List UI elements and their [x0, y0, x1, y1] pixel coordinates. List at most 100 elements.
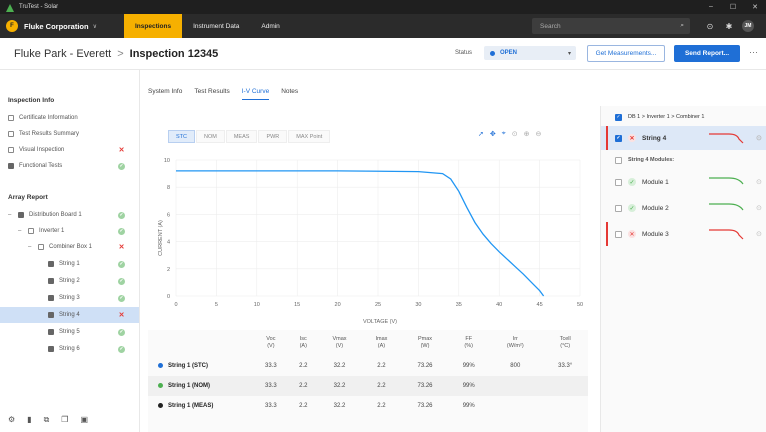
tab-notes[interactable]: Notes — [281, 88, 298, 100]
path-checkbox[interactable]: ✓ — [615, 113, 622, 121]
modules-heading-row: String 4 Modules: — [601, 154, 766, 166]
sidebar-item-label: Test Results Summary — [19, 131, 80, 137]
chevron-down-icon: ∨ — [92, 23, 97, 30]
gear-icon[interactable]: ⚙ — [8, 415, 15, 425]
y-tick-label: 0 — [167, 294, 170, 300]
mode-max-point-button[interactable]: MAX Point — [288, 130, 331, 143]
tab-inspections[interactable]: Inspections — [124, 14, 183, 38]
module-checkbox[interactable] — [615, 204, 622, 212]
tree-item-combiner-box[interactable]: – Combiner Box 1 ✕ — [0, 239, 139, 255]
module-checkbox[interactable] — [615, 178, 622, 186]
sidebar: Inspection Info Certificate Information … — [0, 70, 140, 432]
copy-icon[interactable]: ⧉ — [44, 415, 50, 425]
sidebar-item-certificate[interactable]: Certificate Information — [0, 110, 139, 126]
collapse-icon[interactable]: – — [28, 244, 34, 250]
status-dropdown[interactable]: OPEN ▾ — [484, 46, 576, 60]
send-report-button[interactable]: Send Report... — [674, 45, 740, 62]
tab-admin[interactable]: Admin — [250, 14, 290, 38]
row-name: String 1 (NOM) — [148, 376, 252, 396]
sidebar-item-test-results-summary[interactable]: Test Results Summary — [0, 126, 139, 142]
table-cell: 73.26 — [417, 403, 433, 409]
help-icon[interactable]: ⊙ — [704, 18, 716, 34]
pan-icon[interactable]: ✥ — [490, 130, 496, 138]
trash-icon[interactable]: ▮ — [27, 415, 31, 425]
drag-handle-icon[interactable]: ⊙ — [756, 178, 762, 186]
table-row[interactable]: String 1 (MEAS) 33.3 2.2 32.2 2.2 73.26 … — [148, 396, 588, 416]
get-measurements-button[interactable]: Get Measurements... — [587, 45, 665, 62]
search-input[interactable]: Search ⌕ — [532, 18, 690, 34]
table-row[interactable]: String 1 (NOM) 33.3 2.2 32.2 2.2 73.26 9… — [148, 376, 588, 396]
mode-pwr-button[interactable]: PWR — [258, 130, 288, 143]
hierarchy-path-row[interactable]: ✓ DB 1 > Inverter 1 > Combiner 1 — [601, 110, 766, 124]
col-isc: Isc (A) — [299, 336, 307, 349]
mode-nom-button[interactable]: NOM — [196, 130, 225, 143]
x-axis-label: VOLTAGE (V) — [363, 319, 397, 325]
module-row-2[interactable]: ✓ Module 2 ⊙ — [601, 196, 766, 220]
modules-checkbox[interactable] — [615, 156, 622, 164]
breadcrumb-parent[interactable]: Fluke Park - Everett — [14, 48, 111, 60]
maximize-button[interactable]: ☐ — [722, 3, 744, 11]
tree-item-inverter[interactable]: – Inverter 1 ✓ — [0, 223, 139, 239]
hierarchy-path: DB 1 > Inverter 1 > Combiner 1 — [628, 114, 705, 120]
duplicate-icon[interactable]: ❐ — [61, 415, 68, 425]
drag-handle-icon[interactable]: ⊙ — [756, 230, 762, 238]
drag-handle-icon[interactable]: ⊙ — [756, 204, 762, 212]
page-header: Fluke Park - Everett > Inspection 12345 … — [0, 38, 766, 70]
zoom-fit-icon[interactable]: ⊙ — [512, 130, 518, 138]
tree-item-string-1[interactable]: String 1 ✓ — [0, 256, 139, 272]
tab-system-info[interactable]: System Info — [148, 88, 182, 100]
tab-instrument-data[interactable]: Instrument Data — [182, 14, 250, 38]
x-tick-label: 45 — [537, 302, 543, 308]
close-button[interactable]: ✕ — [744, 3, 766, 11]
string-checkbox[interactable]: ✓ — [615, 134, 622, 142]
mode-stc-button[interactable]: STC — [168, 130, 195, 143]
table-cell: 99% — [462, 363, 475, 369]
module-row-1[interactable]: ✓ Module 1 ⊙ — [601, 170, 766, 194]
minimize-button[interactable]: – — [700, 3, 722, 11]
row-name: String 1 (MEAS) — [148, 396, 252, 416]
string-detail-panel: ✓ DB 1 > Inverter 1 > Combiner 1 ✓ ✕ Str… — [600, 106, 766, 432]
module-checkbox[interactable] — [615, 230, 622, 238]
collapse-icon[interactable]: – — [8, 212, 14, 218]
tab-iv-curve[interactable]: I-V Curve — [241, 88, 270, 100]
more-menu-button[interactable]: ··· — [749, 47, 758, 57]
tree-item-string-4[interactable]: String 4 ✕ — [0, 307, 139, 323]
table-cell: 32.2 — [333, 403, 346, 409]
chart-grid — [175, 159, 581, 297]
sidebar-item-functional-tests[interactable]: Functional Tests ✓ — [0, 158, 139, 174]
y-tick-label: 10 — [164, 158, 170, 164]
iv-curve-chart: 0 2 4 6 8 10 0 5 10 15 20 25 30 35 40 45 50 VOLTAGE (V)… — [158, 158, 583, 325]
error-icon: ✕ — [118, 244, 125, 251]
zoom-out-icon[interactable]: ⊖ — [535, 130, 541, 138]
drag-handle-icon[interactable]: ⊙ — [756, 134, 762, 142]
tree-item-string-6[interactable]: String 6 ✓ — [0, 341, 139, 357]
tab-test-results[interactable]: Test Results — [194, 88, 229, 100]
module-row-3[interactable]: ✕ Module 3 ⊙ — [601, 222, 766, 246]
string-icon — [48, 295, 54, 301]
string-row[interactable]: ✓ ✕ String 4 ⊙ — [601, 126, 766, 150]
status-dot-icon — [490, 50, 495, 56]
check-icon: ✓ — [118, 328, 125, 336]
tree-item-string-2[interactable]: String 2 ✓ — [0, 273, 139, 289]
gear-icon[interactable]: ✱ — [723, 18, 735, 34]
search-icon[interactable]: ⌕ — [680, 22, 684, 30]
cursor-icon[interactable]: ➚ — [478, 130, 484, 138]
combiner-icon — [38, 244, 44, 250]
collapse-icon[interactable]: – — [18, 228, 24, 234]
avatar[interactable]: JM — [742, 20, 754, 32]
table-cell: 2.2 — [362, 376, 401, 396]
zoom-select-icon[interactable]: ⌖ — [502, 130, 506, 138]
calendar-icon[interactable]: ▣ — [80, 415, 88, 425]
x-tick-label: 35 — [456, 302, 462, 308]
org-switcher[interactable]: F Fluke Corporation ∨ — [0, 14, 124, 38]
tree-item-distribution-board[interactable]: – Distribution Board 1 ✓ — [0, 207, 139, 223]
sidebar-item-visual-inspection[interactable]: Visual Inspection ✕ — [0, 142, 139, 158]
window-titlebar: TruTest - Solar – ☐ ✕ — [0, 0, 766, 14]
zoom-in-icon[interactable]: ⊕ — [524, 130, 530, 138]
tree-item-label: String 4 — [59, 312, 80, 318]
tree-item-string-3[interactable]: String 3 ✓ — [0, 290, 139, 306]
check-icon: ✓ — [628, 204, 636, 212]
mode-meas-button[interactable]: MEAS — [225, 130, 258, 143]
table-row[interactable]: String 1 (STC) 33.3 2.2 32.2 2.2 73.26 9… — [148, 356, 588, 376]
tree-item-string-5[interactable]: String 5 ✓ — [0, 324, 139, 340]
